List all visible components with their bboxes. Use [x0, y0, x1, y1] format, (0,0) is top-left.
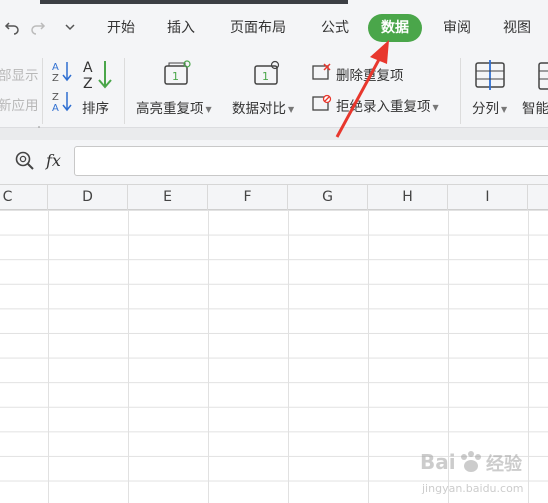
svg-text:A: A	[52, 103, 59, 113]
data-compare-label: 数据对比	[232, 101, 286, 117]
tab-data[interactable]: 数据	[368, 14, 422, 42]
sort-descending-icon[interactable]: ZA	[50, 89, 74, 117]
ribbon: 部显示 新应用 AZ ZA AZ 排序 1 高亮重复项 ▼ 1 数据对比 ▼ 删除重…	[0, 54, 548, 133]
column-header-e[interactable]: E	[128, 185, 208, 210]
smart-fill-icon[interactable]	[538, 62, 548, 94]
watermark-brand-cn: 经验	[486, 454, 522, 475]
svg-text:A: A	[83, 60, 93, 76]
formula-bar: fx	[0, 140, 548, 184]
column-header-i[interactable]: I	[448, 185, 528, 210]
column-header-d[interactable]: D	[48, 185, 128, 210]
highlight-duplicates-label: 高亮重复项	[136, 101, 204, 117]
ribbon-separator	[460, 58, 461, 124]
tab-insert[interactable]: 插入	[158, 14, 204, 42]
sort-ascending-icon[interactable]: AZ	[50, 59, 74, 87]
svg-text:1: 1	[262, 70, 269, 83]
sort-button[interactable]: 排序	[82, 97, 109, 117]
smart-button[interactable]: 智能	[522, 97, 548, 117]
tab-start[interactable]: 开始	[98, 14, 144, 42]
zoom-search-icon[interactable]	[14, 150, 36, 176]
chevron-down-icon: ▼	[288, 104, 295, 114]
delete-duplicates-icon[interactable]	[312, 63, 332, 85]
partial-show-button[interactable]: 部显示	[0, 64, 39, 84]
svg-text:1: 1	[172, 70, 179, 83]
menu-bar: 开始 插入 页面布局 公式 数据 审阅 视图	[0, 0, 548, 54]
column-header-c[interactable]: C	[0, 185, 48, 210]
ribbon-separator	[42, 58, 43, 124]
tab-formula[interactable]: 公式	[312, 14, 358, 42]
split-columns-button[interactable]: 分列 ▼	[472, 97, 507, 117]
title-bar-edge	[40, 0, 348, 4]
split-columns-label: 分列	[472, 101, 499, 117]
reject-duplicates-icon[interactable]	[312, 94, 332, 116]
chevron-down-icon: ▼	[205, 104, 212, 114]
reject-duplicates-label: 拒绝录入重复项	[336, 99, 431, 115]
tab-page-layout[interactable]: 页面布局	[222, 14, 294, 42]
split-columns-icon[interactable]	[474, 60, 506, 94]
svg-text:A: A	[52, 62, 59, 73]
tab-view[interactable]: 视图	[494, 14, 540, 42]
ribbon-separator	[124, 58, 125, 124]
data-compare-button[interactable]: 数据对比 ▼	[232, 97, 294, 117]
svg-text:Z: Z	[83, 76, 93, 90]
partial-apply-button[interactable]: 新应用	[0, 94, 39, 114]
sort-icon[interactable]: AZ	[82, 58, 114, 94]
column-header-g[interactable]: G	[288, 185, 368, 210]
column-header-h[interactable]: H	[368, 185, 448, 210]
column-header-row: C D E F G H I	[0, 184, 548, 210]
formula-input[interactable]	[74, 146, 548, 176]
watermark-url: jingyan.baidu.com	[422, 482, 524, 495]
reject-duplicates-button[interactable]: 拒绝录入重复项 ▼	[336, 95, 439, 115]
chevron-down-icon: ▼	[432, 102, 439, 112]
ribbon-gap	[0, 128, 548, 140]
paw-logo-icon	[458, 450, 484, 478]
tab-review[interactable]: 审阅	[434, 14, 480, 42]
svg-text:Z: Z	[52, 73, 59, 83]
data-compare-icon[interactable]: 1	[252, 60, 282, 92]
spreadsheet-app: 开始 插入 页面布局 公式 数据 审阅 视图 部显示 新应用 AZ ZA AZ …	[0, 0, 548, 503]
redo-icon[interactable]	[30, 17, 46, 37]
svg-text:Z: Z	[52, 92, 59, 103]
chevron-down-icon: ▼	[501, 104, 508, 114]
watermark-brand: Bai	[420, 450, 456, 474]
delete-duplicates-button[interactable]: 删除重复项	[336, 64, 404, 84]
column-header-f[interactable]: F	[208, 185, 288, 210]
fx-icon[interactable]: fx	[46, 151, 61, 170]
baidu-watermark: Bai 经验 jingyan.baidu.com	[418, 448, 544, 500]
highlight-duplicates-button[interactable]: 高亮重复项 ▼	[136, 97, 212, 117]
undo-icon[interactable]	[4, 17, 20, 37]
quick-access-dropdown-icon[interactable]	[62, 17, 78, 37]
highlight-duplicates-icon[interactable]: 1	[162, 60, 192, 92]
